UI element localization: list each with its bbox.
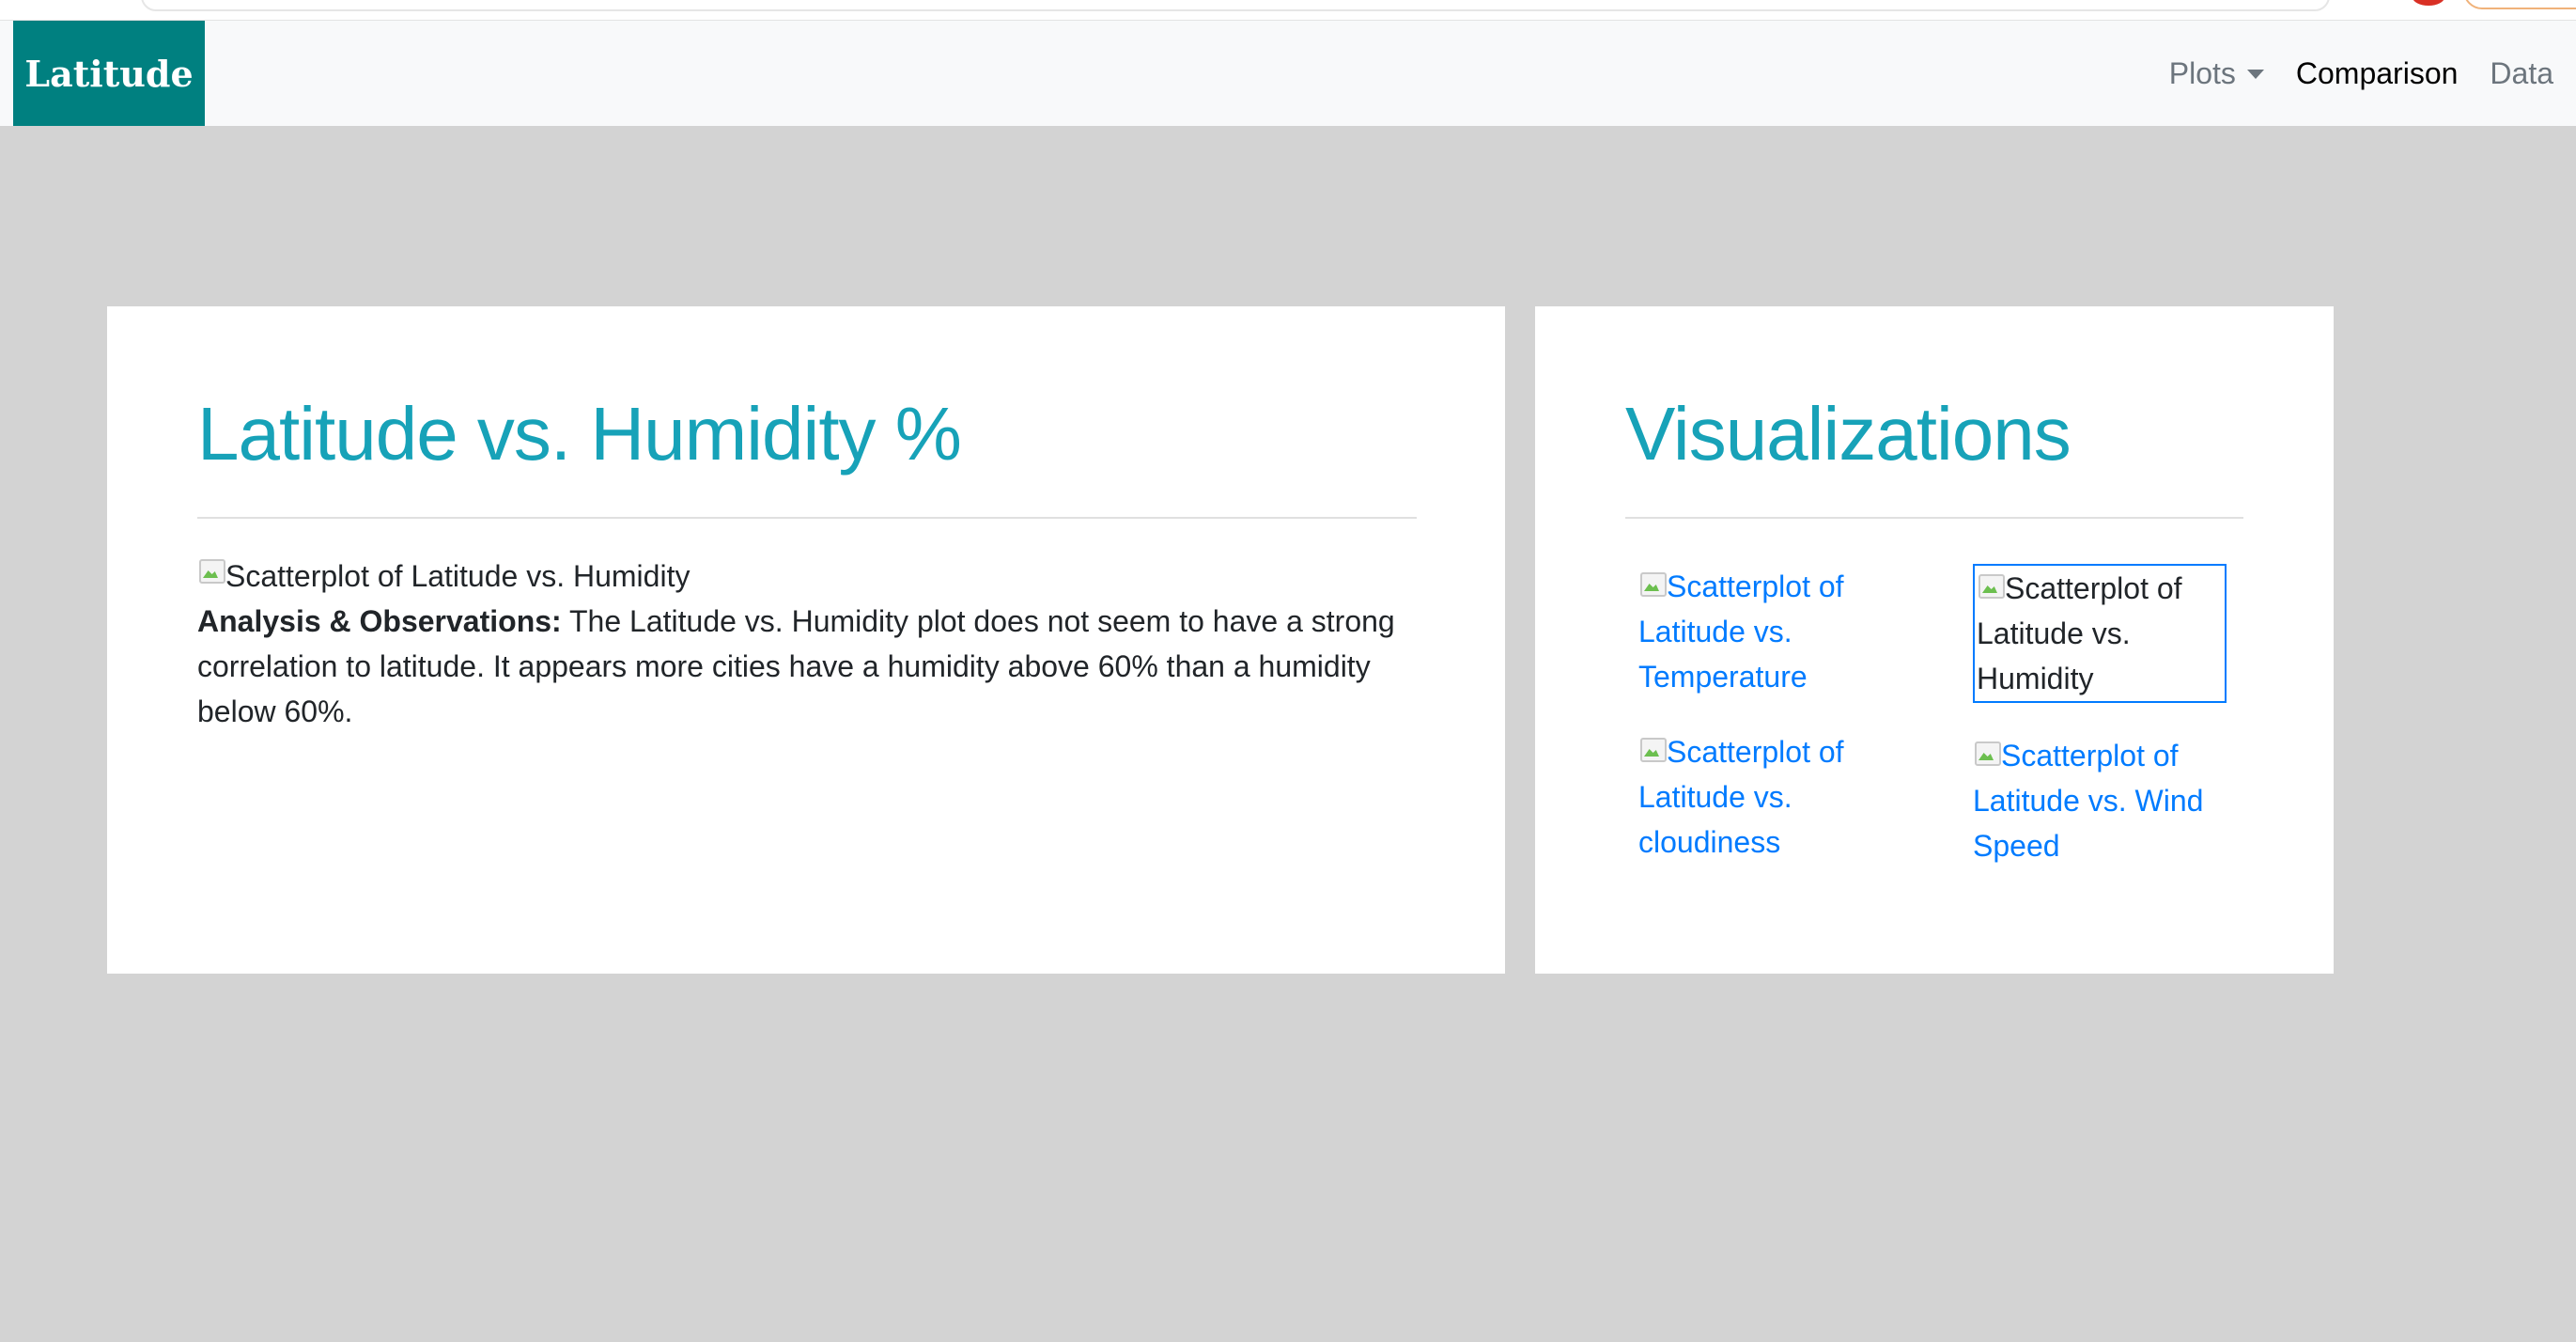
nav-plots-dropdown[interactable]: Plots (2169, 56, 2264, 91)
viz-link-label: Scatterplot of Latitude vs. Humidity (1977, 571, 2182, 695)
broken-image-icon (1977, 572, 2005, 599)
title-divider (197, 517, 1417, 519)
nav-plots-label: Plots (2168, 55, 2236, 90)
brand-logo[interactable]: Latitude (13, 21, 205, 126)
broken-image-icon (1973, 740, 2001, 766)
viz-link-temperature[interactable]: Scatterplot of Latitude vs. Temperature (1638, 564, 1892, 699)
broken-image-icon (1638, 736, 1667, 762)
chevron-down-icon (2246, 70, 2264, 79)
scatterplot-image-alt: Scatterplot of Latitude vs. Humidity (225, 559, 691, 593)
page-title: Latitude vs. Humidity % (197, 392, 962, 476)
broken-image-icon (197, 557, 225, 584)
viz-link-cloudiness[interactable]: Scatterplot of Latitude vs. cloudiness (1638, 729, 1892, 865)
navbar: Latitude Plots Comparison Data (0, 21, 2576, 126)
nav-links: Plots Comparison Data (2169, 21, 2553, 126)
broken-image-icon (1638, 570, 1667, 597)
analysis-label: Analysis & Observations: (197, 604, 562, 638)
browser-action-button[interactable] (2463, 0, 2576, 9)
viz-link-humidity[interactable]: Scatterplot of Latitude vs. Humidity (1973, 564, 2227, 703)
extension-icon[interactable] (2413, 0, 2444, 6)
visualizations-title: Visualizations (1625, 392, 2072, 476)
viz-link-wind-speed[interactable]: Scatterplot of Latitude vs. Wind Speed (1973, 733, 2227, 868)
viz-link-label: Scatterplot of Latitude vs. Wind Speed (1973, 739, 2204, 863)
visualizations-divider (1625, 517, 2243, 519)
main-content: Scatterplot of Latitude vs. Humidity Ana… (197, 551, 1428, 734)
viz-link-label: Scatterplot of Latitude vs. Temperature (1638, 570, 1844, 694)
viz-link-label: Scatterplot of Latitude vs. cloudiness (1638, 735, 1844, 859)
nav-data[interactable]: Data (2490, 56, 2553, 91)
nav-comparison[interactable]: Comparison (2296, 56, 2459, 91)
visualizations-card: Visualizations Scatterplot of Latitude v… (1535, 306, 2334, 974)
scatterplot-image: Scatterplot of Latitude vs. Humidity (197, 554, 690, 599)
main-card: Latitude vs. Humidity % Scatterplot of L… (107, 306, 1505, 974)
analysis-paragraph: Analysis & Observations: The Latitude vs… (197, 599, 1428, 734)
browser-chrome-strip (0, 0, 2576, 21)
address-bar[interactable] (141, 0, 2330, 11)
